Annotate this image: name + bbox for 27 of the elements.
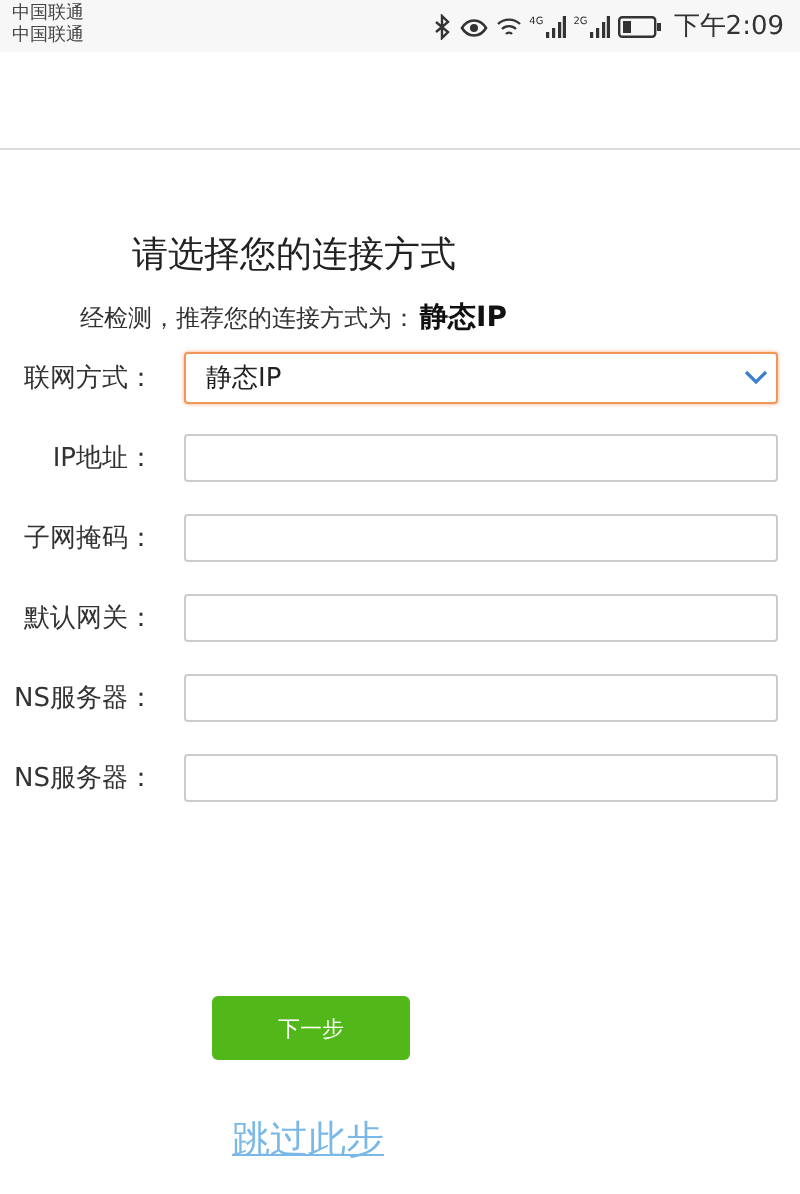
input-field[interactable] — [184, 434, 778, 482]
field-label: NS服务器： — [12, 682, 154, 716]
chevron-down-icon — [744, 370, 768, 386]
input-field[interactable] — [184, 754, 778, 802]
field-label: 子网掩码： — [22, 522, 154, 556]
signal-icon — [545, 15, 566, 37]
signal-icon — [589, 15, 610, 37]
field-label: IP地址： — [50, 442, 154, 476]
wifi-icon — [495, 15, 522, 37]
field-label: NS服务器： — [12, 762, 154, 796]
eye-icon — [459, 15, 488, 37]
carrier-name: 中国联通 — [12, 4, 84, 25]
input-field[interactable] — [184, 674, 778, 722]
field-label: 联网方式： — [22, 362, 154, 396]
bluetooth-icon — [433, 13, 452, 39]
input-field[interactable] — [184, 594, 778, 642]
battery-icon — [617, 15, 662, 37]
input-field[interactable] — [184, 514, 778, 562]
recommendation-text: 经检测，推荐您的连接方式为： — [80, 302, 416, 336]
field-label: 默认网关： — [22, 602, 154, 636]
recommended-type: 静态IP — [420, 300, 507, 336]
next-button[interactable]: 下一步 — [212, 996, 410, 1060]
page-title: 请选择您的连接方式 — [132, 232, 458, 280]
status-time: 下午2:09 — [673, 10, 784, 44]
connection-type-select[interactable]: 静态IP — [184, 352, 778, 404]
carrier-name: 中国联通 — [12, 26, 84, 48]
skip-link[interactable]: 跳过此步 — [232, 1118, 384, 1162]
